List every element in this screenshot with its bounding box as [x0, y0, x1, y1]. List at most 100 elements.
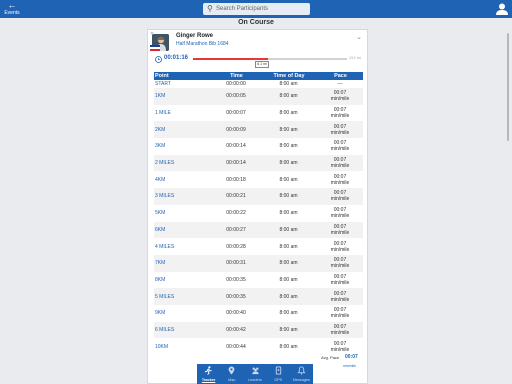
bell-icon — [290, 366, 313, 378]
split-pace: 00:07 min/mile — [317, 338, 363, 355]
chevron-down-icon[interactable]: ⌄ — [356, 33, 362, 41]
nav-item-label: Map — [228, 378, 236, 382]
split-point: 3 MILES — [154, 188, 212, 205]
split-time: 00:00:35 — [212, 288, 260, 305]
flag-icon — [150, 45, 160, 51]
split-time: 00:00:14 — [212, 154, 260, 172]
split-point: 10KM — [154, 338, 212, 355]
table-row: 6KM 00:00:27 8:00 am 00:07 min/mile — [154, 221, 363, 239]
progress-marker: 6.1 mi — [255, 61, 269, 68]
table-row: 10KM 00:00:44 8:00 am 00:07 min/mile — [154, 338, 363, 355]
split-pace: 00:07 min/mile — [317, 204, 363, 222]
nav-item-map[interactable]: Map — [220, 364, 243, 384]
user-icon — [496, 3, 508, 15]
participant-card: ✕ Ginger Rowe Half Marathon Bib 1684 ⌄ 0… — [147, 29, 368, 384]
nav-item-label: Messages — [292, 378, 311, 382]
back-arrow-icon: ← — [7, 0, 17, 10]
split-pace: 00:07 min/mile — [317, 238, 363, 255]
split-time: 00:00:00 — [212, 80, 260, 88]
split-point: 2 MILES — [154, 154, 212, 172]
page-title: On Course — [238, 19, 274, 26]
search-icon: ⚲ — [207, 4, 213, 13]
split-time-of-day: 8:00 am — [260, 154, 317, 172]
avg-pace-value: 00:07 — [345, 354, 358, 360]
split-point: 7KM — [154, 254, 212, 272]
nav-item-label: Leaders — [248, 378, 262, 382]
split-point: 5KM — [154, 204, 212, 222]
split-time-of-day: 8:00 am — [260, 321, 317, 339]
split-time-of-day: 8:00 am — [260, 254, 317, 272]
table-row: START 00:00:00 8:00 am --- — [154, 80, 363, 88]
split-time-of-day: 8:00 am — [260, 304, 317, 322]
participant-event: Half Marathon Bib 1684 — [176, 41, 229, 47]
nav-item-leaders[interactable]: Leaders — [243, 364, 266, 384]
split-time: 00:00:05 — [212, 88, 260, 105]
profile-button[interactable] — [495, 2, 509, 16]
split-time: 00:00:42 — [212, 321, 260, 339]
split-time-of-day: 8:00 am — [260, 204, 317, 222]
split-pace: 00:07 min/mile — [317, 288, 363, 305]
split-time-of-day: 8:00 am — [260, 138, 317, 155]
back-button[interactable]: ← Events — [2, 1, 22, 17]
splits-table: Point Time Time of Day Pace START 00:00:0… — [154, 72, 363, 355]
table-row: 2 MILES 00:00:14 8:00 am 00:07 min/mile — [154, 154, 363, 172]
header-time-of-day: Time of Day — [260, 72, 317, 80]
split-time-of-day: 8:00 am — [260, 288, 317, 305]
split-point: 6 MILES — [154, 321, 212, 339]
table-row: 5KM 00:00:22 8:00 am 00:07 min/mile — [154, 204, 363, 222]
split-point: 1KM — [154, 88, 212, 105]
participant-name: Ginger Rowe — [176, 33, 214, 39]
split-point: 4 MILES — [154, 238, 212, 255]
split-time: 00:00:07 — [212, 104, 260, 122]
split-time-of-day: 8:00 am — [260, 238, 317, 255]
nav-item-gps[interactable]: GPS — [267, 364, 290, 384]
table-row: 1 MILE 00:00:07 8:00 am 00:07 min/mile — [154, 104, 363, 122]
table-row: 4KM 00:00:18 8:00 am 00:07 min/mile — [154, 171, 363, 189]
split-time: 00:00:31 — [212, 254, 260, 272]
split-pace: 00:07 min/mile — [317, 138, 363, 155]
table-row: 3 MILES 00:00:21 8:00 am 00:07 min/mile — [154, 188, 363, 205]
table-row: 4 MILES 00:00:28 8:00 am 00:07 min/mile — [154, 238, 363, 255]
bottom-nav: Tracker Map Leaders GPS Messages — [197, 364, 313, 384]
split-pace: 00:07 min/mile — [317, 121, 363, 139]
search-input[interactable]: ⚲ Search Participants — [203, 3, 310, 15]
split-point: 9KM — [154, 304, 212, 322]
split-point: 2KM — [154, 121, 212, 139]
split-time: 00:00:35 — [212, 271, 260, 289]
split-time-of-day: 8:00 am — [260, 338, 317, 355]
split-time: 00:00:21 — [212, 188, 260, 205]
split-time: 00:00:22 — [212, 204, 260, 222]
scrollbar[interactable] — [507, 33, 509, 141]
split-pace: --- — [317, 80, 363, 88]
top-bar: ← Events ⚲ Search Participants — [0, 0, 512, 18]
split-pace: 00:07 min/mile — [317, 221, 363, 239]
back-label: Events — [4, 10, 20, 16]
clock-icon — [155, 56, 162, 63]
nav-item-messages[interactable]: Messages — [290, 364, 313, 384]
split-time-of-day: 8:00 am — [260, 88, 317, 105]
split-point: 3KM — [154, 138, 212, 155]
split-time-of-day: 8:00 am — [260, 80, 317, 88]
header-pace: Pace — [317, 72, 363, 80]
table-row: 5 MILES 00:00:35 8:00 am 00:07 min/mile — [154, 288, 363, 305]
nav-item-label: GPS — [274, 378, 283, 382]
header-point: Point — [154, 72, 212, 80]
split-pace: 00:07 min/mile — [317, 88, 363, 105]
nav-item-tracker[interactable]: Tracker — [197, 364, 220, 384]
split-pace: 00:07 min/mile — [317, 188, 363, 205]
nav-item-label: Tracker — [201, 378, 216, 382]
header-time: Time — [212, 72, 260, 80]
table-row: 2KM 00:00:09 8:00 am 00:07 min/mile — [154, 121, 363, 139]
split-time: 00:00:28 — [212, 238, 260, 255]
progress-bar — [193, 58, 347, 60]
split-time-of-day: 8:00 am — [260, 188, 317, 205]
split-pace: 00:07 min/mile — [317, 154, 363, 172]
table-row: 3KM 00:00:14 8:00 am 00:07 min/mile — [154, 138, 363, 155]
split-time-of-day: 8:00 am — [260, 104, 317, 122]
split-time: 00:00:27 — [212, 221, 260, 239]
table-row: 7KM 00:00:31 8:00 am 00:07 min/mile — [154, 254, 363, 272]
elapsed-time: 00:01:16 — [164, 55, 189, 61]
group-icon — [243, 366, 266, 378]
split-time: 00:00:40 — [212, 304, 260, 322]
split-time-of-day: 8:00 am — [260, 221, 317, 239]
